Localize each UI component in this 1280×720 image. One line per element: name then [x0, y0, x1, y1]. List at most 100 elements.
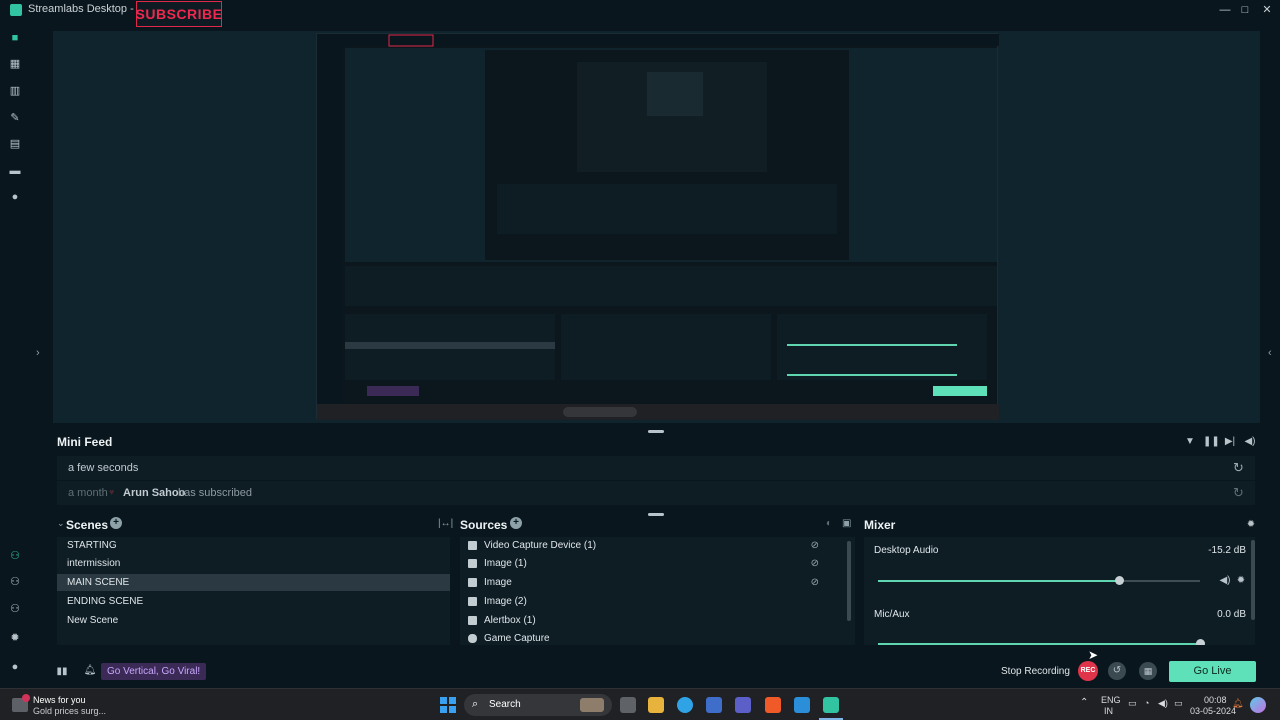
group-icon[interactable]: ◐ — [826, 518, 832, 529]
feed-item: a few seconds ↻ — [57, 456, 1255, 480]
store-app-icon[interactable] — [706, 697, 722, 713]
image-icon — [468, 597, 477, 606]
source-item[interactable]: Image (1) ⊘ — [460, 555, 855, 572]
store-icon[interactable]: ▤ — [9, 138, 21, 150]
source-item[interactable]: Video Capture Device (1) ⊘ — [460, 537, 855, 554]
news-subtitle[interactable]: Gold prices surg... — [33, 706, 106, 716]
volume-tray-icon[interactable]: ◀) — [1158, 698, 1168, 709]
share-icon[interactable]: ⚇ — [9, 576, 21, 588]
copilot-icon[interactable] — [1250, 697, 1266, 713]
volume-fill — [878, 643, 1200, 645]
channel-name: Mic/Aux — [874, 609, 910, 620]
channel-db: -15.2 dB — [1208, 545, 1246, 556]
source-item[interactable]: Image (2) — [460, 593, 855, 610]
repeat-icon[interactable]: ↻ — [1233, 460, 1244, 476]
language-top[interactable]: ENG — [1101, 695, 1121, 705]
scene-item-selected[interactable]: MAIN SCENE — [57, 574, 450, 591]
layout-icon[interactable]: ▥ — [9, 85, 21, 97]
editor-icon[interactable]: ■ — [9, 32, 21, 44]
source-item[interactable]: Alertbox (1) — [460, 612, 855, 629]
feed-user: Arun Sahoo — [123, 487, 186, 499]
task-view-icon[interactable] — [620, 697, 636, 713]
add-source-icon[interactable]: + — [510, 517, 522, 529]
source-item[interactable]: Image ⊘ — [460, 574, 855, 591]
battery-icon[interactable]: ▭ — [1174, 698, 1183, 709]
minimize-button[interactable]: — — [1214, 2, 1236, 18]
chevron-right-icon[interactable]: › — [36, 347, 40, 359]
windows-start-icon[interactable] — [440, 697, 456, 713]
clock-date[interactable]: 03-05-2024 — [1190, 706, 1236, 716]
highlighter-icon[interactable]: ● — [9, 191, 21, 203]
source-item[interactable]: Game Capture — [460, 630, 855, 647]
volume-knob[interactable] — [1195, 639, 1205, 645]
go-vertical-promo[interactable]: Go Vertical, Go Viral! — [101, 663, 207, 680]
notification-bell-icon[interactable]: 🔔︎ — [1232, 698, 1243, 709]
edge-icon[interactable] — [677, 697, 693, 713]
scene-transition-icon[interactable]: |↔| — [438, 518, 453, 529]
scene-item[interactable]: intermission — [57, 555, 450, 572]
maximize-button[interactable]: □ — [1234, 2, 1256, 18]
mixer-title: Mixer — [864, 518, 896, 532]
scrollbar[interactable] — [847, 541, 851, 621]
gear-icon[interactable]: ✹ — [1234, 574, 1248, 588]
bell-icon[interactable]: 🔔︎ — [83, 664, 97, 678]
footer-bar: ▮▮ 🔔︎ Go Vertical, Go Viral! Stop Record… — [53, 658, 1260, 686]
speaker-icon[interactable]: ◀) — [1218, 574, 1232, 588]
news-title[interactable]: News for you — [33, 695, 86, 705]
teams-icon[interactable] — [735, 697, 751, 713]
dashboard-icon[interactable]: ▦ — [9, 58, 21, 70]
taskbar-search[interactable]: ⌕ Search — [464, 694, 612, 716]
vscode-icon[interactable] — [794, 697, 810, 713]
volume-slider[interactable] — [878, 639, 1205, 645]
resize-handle[interactable] — [648, 513, 664, 516]
gear-icon[interactable]: ✹ — [1244, 518, 1258, 532]
repeat-icon[interactable]: ↻ — [1233, 485, 1244, 501]
stream-preview[interactable] — [316, 33, 999, 420]
visibility-off-icon[interactable]: ⊘ — [811, 555, 819, 572]
profile-icon[interactable]: ● — [9, 661, 21, 673]
settings-gear-icon[interactable]: ⚇ — [9, 603, 21, 615]
scene-item[interactable]: STARTING — [57, 537, 450, 554]
themes-icon[interactable]: ✎ — [9, 112, 21, 124]
source-label: Image (2) — [484, 596, 527, 607]
scene-item[interactable]: ENDING SCENE — [57, 593, 450, 610]
volume-knob[interactable] — [1115, 576, 1124, 585]
mouse-cursor-icon: ➤ — [1088, 648, 1099, 662]
streamlabs-logo-icon — [10, 4, 22, 16]
recordings-icon[interactable]: ▬ — [9, 165, 21, 177]
display-icon[interactable]: ▭ — [1128, 698, 1137, 709]
add-scene-icon[interactable]: + — [110, 517, 122, 529]
collab-icon[interactable]: ⚇ — [9, 550, 21, 562]
schedule-icon[interactable]: ▦ — [1139, 662, 1157, 680]
scrollbar[interactable] — [1251, 540, 1255, 620]
alertbox-icon — [468, 616, 477, 625]
visibility-off-icon[interactable]: ⊘ — [811, 537, 819, 554]
visibility-off-icon[interactable]: ⊘ — [811, 574, 819, 591]
pause-icon[interactable]: ❚❚ — [1203, 435, 1220, 449]
streamlabs-taskbar-icon[interactable] — [823, 697, 839, 713]
close-button[interactable]: ✕ — [1256, 2, 1278, 18]
brave-icon[interactable] — [765, 697, 781, 713]
scene-item[interactable]: New Scene — [57, 612, 450, 629]
left-nav: ■ ▦ ▥ ✎ ▤ ▬ ● ⚇ ⚇ ⚇ ✹ ● — [0, 20, 30, 688]
go-live-button[interactable]: Go Live — [1169, 661, 1256, 682]
file-explorer-icon[interactable] — [648, 697, 664, 713]
stats-icon[interactable]: ▮▮ — [55, 665, 69, 679]
stop-recording-label[interactable]: Stop Recording — [1001, 666, 1070, 677]
volume-icon[interactable]: ◀) — [1243, 435, 1257, 449]
wifi-icon[interactable]: ◔ — [1144, 698, 1149, 708]
volume-slider[interactable] — [878, 576, 1200, 585]
replay-buffer-icon[interactable]: ↺ — [1108, 662, 1126, 680]
clock-time[interactable]: 00:08 — [1204, 695, 1227, 705]
settings-icon[interactable]: ✹ — [9, 632, 21, 644]
folder-icon[interactable]: ▣ — [842, 518, 851, 529]
language-bottom[interactable]: IN — [1104, 706, 1113, 716]
rec-button[interactable]: REC — [1078, 661, 1098, 681]
filter-icon[interactable]: ▼ — [1183, 435, 1197, 449]
source-label: Image — [484, 577, 512, 588]
tray-chevron-icon[interactable]: ⌃ — [1080, 697, 1088, 708]
chevron-left-icon[interactable]: ‹ — [1268, 347, 1272, 359]
chevron-down-icon[interactable]: ⌄ — [57, 518, 65, 529]
skip-icon[interactable]: ▶| — [1223, 435, 1237, 449]
gamepad-icon — [468, 634, 477, 643]
